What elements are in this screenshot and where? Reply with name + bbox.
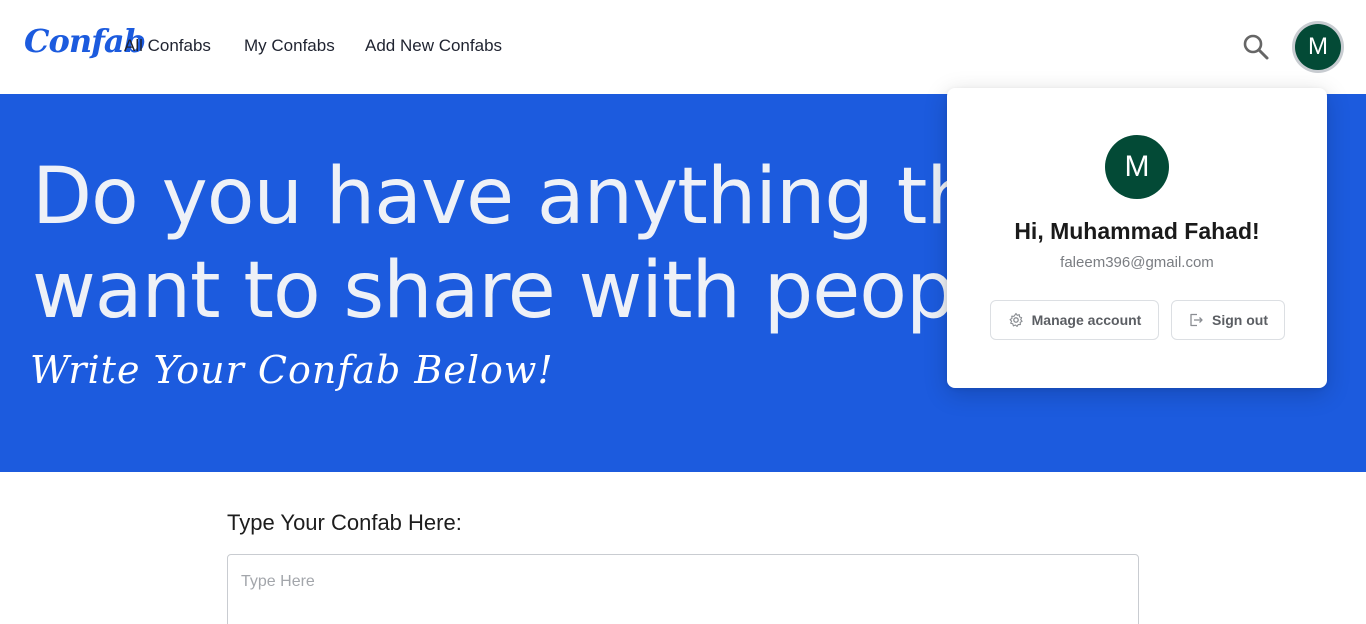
user-menu-popover: M Hi, Muhammad Fahad! faleem396@gmail.co… xyxy=(947,88,1327,388)
sign-out-button[interactable]: Sign out xyxy=(1171,300,1285,340)
nav-link-all-confabs[interactable]: All Confabs xyxy=(124,36,211,56)
avatar: M xyxy=(1105,135,1169,199)
sign-out-icon xyxy=(1188,312,1204,328)
navbar: Confab All Confabs My Confabs Add New Co… xyxy=(0,0,1366,94)
sign-out-label: Sign out xyxy=(1212,312,1268,328)
user-avatar-button[interactable]: M xyxy=(1292,21,1344,73)
search-icon[interactable] xyxy=(1240,31,1272,63)
nav-link-add-new-confabs[interactable]: Add New Confabs xyxy=(365,36,502,56)
user-email: faleem396@gmail.com xyxy=(1060,254,1214,271)
confab-textarea[interactable] xyxy=(227,554,1139,624)
confab-input-label: Type Your Confab Here: xyxy=(227,510,462,535)
manage-account-button[interactable]: Manage account xyxy=(990,300,1159,340)
avatar: M xyxy=(1295,24,1341,70)
hero-title-line-2: want to share with people? xyxy=(32,246,1064,336)
manage-account-label: Manage account xyxy=(1031,312,1142,328)
gear-icon xyxy=(1008,312,1024,328)
nav-link-my-confabs[interactable]: My Confabs xyxy=(244,36,335,56)
hero-subtitle: Write Your Confab Below! xyxy=(30,348,554,392)
user-greeting: Hi, Muhammad Fahad! xyxy=(1014,218,1260,244)
